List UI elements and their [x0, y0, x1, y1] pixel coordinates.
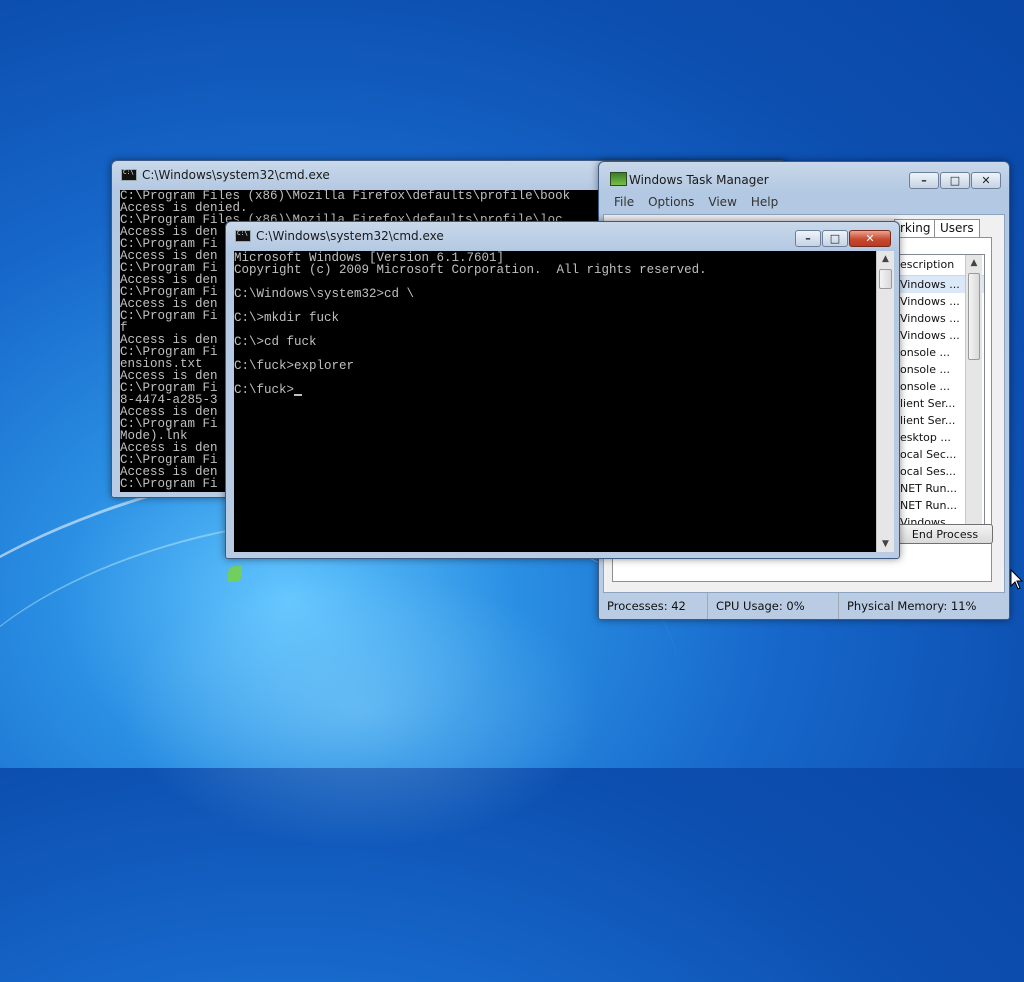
- scroll-down-icon[interactable]: ▼: [877, 536, 894, 552]
- maximize-icon: □: [829, 232, 841, 245]
- wallpaper-logo: [228, 566, 242, 582]
- task-manager-icon: [610, 172, 627, 186]
- close-button[interactable]: ✕: [971, 172, 1001, 189]
- scroll-thumb[interactable]: [879, 269, 892, 289]
- console-line: Copyright (c) 2009 Microsoft Corporation…: [234, 263, 707, 277]
- scroll-up-icon[interactable]: ▲: [877, 251, 894, 267]
- status-cpu: CPU Usage: 0%: [708, 593, 839, 619]
- window-title: C:\Windows\system32\cmd.exe: [256, 229, 444, 243]
- window-title: C:\Windows\system32\cmd.exe: [142, 168, 330, 182]
- console-line: C:\fuck>explorer: [234, 359, 355, 373]
- console-line: C:\>mkdir fuck: [234, 311, 340, 325]
- scroll-up-icon[interactable]: ▲: [966, 255, 982, 271]
- title-bar[interactable]: C:\Windows\system32\cmd.exe – □ ✕: [226, 222, 899, 250]
- end-process-button[interactable]: End Process: [897, 524, 993, 544]
- status-bar: Processes: 42 CPU Usage: 0% Physical Mem…: [599, 593, 1009, 619]
- menu-file[interactable]: File: [607, 192, 641, 212]
- process-list-scrollbar[interactable]: ▲ ▼: [965, 255, 982, 538]
- close-button[interactable]: ✕: [849, 230, 891, 247]
- prompt-text: C:\fuck>: [234, 383, 295, 397]
- close-icon: ✕: [865, 232, 875, 245]
- cmd-icon: [121, 169, 137, 181]
- scroll-thumb[interactable]: [968, 273, 980, 360]
- minimize-button[interactable]: –: [909, 172, 939, 189]
- close-icon: ✕: [981, 174, 991, 187]
- console-scrollbar[interactable]: ▲ ▼: [876, 251, 894, 552]
- menu-view[interactable]: View: [701, 192, 743, 212]
- menu-help[interactable]: Help: [744, 192, 785, 212]
- maximize-icon: □: [949, 174, 961, 187]
- menu-bar: File Options View Help: [607, 192, 785, 212]
- tab-networking[interactable]: rking: [894, 219, 937, 237]
- minimize-icon: –: [805, 232, 811, 245]
- maximize-button[interactable]: □: [822, 230, 848, 247]
- status-processes: Processes: 42: [599, 593, 708, 619]
- tab-users[interactable]: Users: [934, 219, 980, 237]
- console-line: C:\Windows\system32>cd \: [234, 287, 415, 301]
- console-output[interactable]: Microsoft Windows [Version 6.1.7601] Copy…: [234, 251, 876, 552]
- text-cursor: [294, 394, 303, 396]
- console-line: C:\>cd fuck: [234, 335, 317, 349]
- cmd-icon: [235, 230, 251, 242]
- status-memory: Physical Memory: 11%: [847, 599, 977, 613]
- window-title: Windows Task Manager: [629, 173, 769, 187]
- title-bar[interactable]: Windows Task Manager – □ ✕: [599, 162, 1009, 190]
- minimize-icon: –: [921, 174, 927, 187]
- maximize-button[interactable]: □: [940, 172, 970, 189]
- prompt-line: C:\fuck>: [234, 384, 876, 396]
- cmd-window-front[interactable]: C:\Windows\system32\cmd.exe – □ ✕ Micros…: [225, 221, 900, 559]
- mouse-cursor-icon: [1010, 569, 1024, 590]
- minimize-button[interactable]: –: [795, 230, 821, 247]
- menu-options[interactable]: Options: [641, 192, 701, 212]
